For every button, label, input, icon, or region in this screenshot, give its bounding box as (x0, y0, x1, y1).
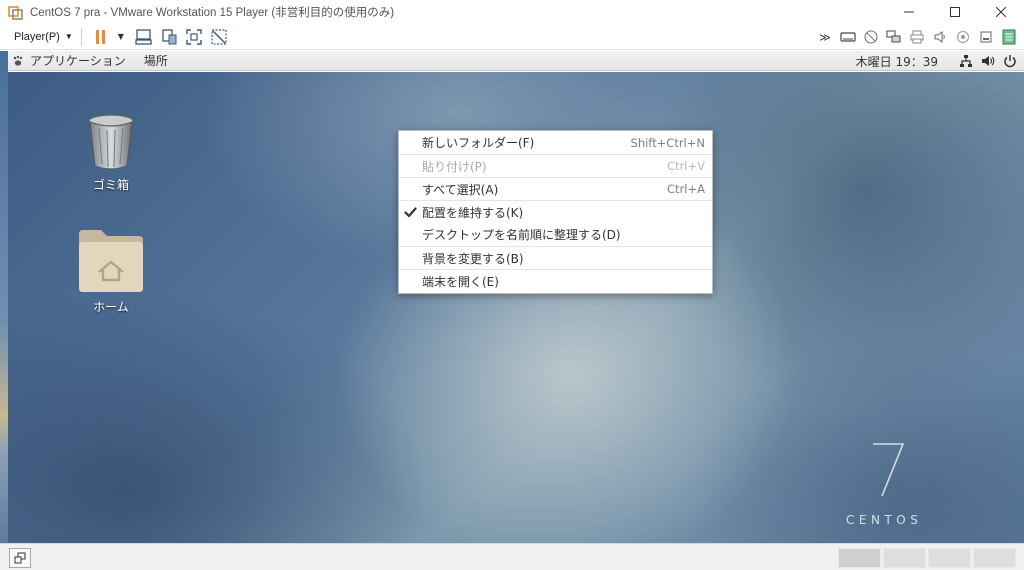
close-icon (996, 7, 1006, 17)
hard-disk-button[interactable] (837, 26, 859, 48)
send-ctrl-alt-del-button[interactable] (133, 26, 155, 48)
menu-item-label: デスクトップを名前順に整理する(D) (422, 228, 621, 242)
menu-item-open-terminal[interactable]: 端末を開く(E) (399, 269, 712, 292)
chevron-down-icon: ▼ (64, 32, 73, 41)
maximize-button[interactable] (932, 0, 978, 24)
power-icon (1004, 55, 1016, 68)
restore-window-icon (14, 552, 26, 564)
trash-icon (88, 114, 134, 170)
menu-item-label: 端末を開く(E) (422, 274, 499, 289)
status-slots (836, 548, 1016, 568)
centos-seven-logo (873, 443, 905, 497)
printer-icon (910, 30, 924, 44)
vmware-toolbar: Player(P) ▼ ▼ ≫ (0, 24, 1024, 50)
menu-item-keep-aligned[interactable]: 配置を維持する(K) (399, 200, 712, 223)
window-titlebar: CentOS 7 pra - VMware Workstation 15 Pla… (0, 0, 1024, 24)
removable-devices-icon (162, 28, 177, 44)
menu-item-new-folder[interactable]: 新しいフォルダー(F) Shift+Ctrl+N (399, 131, 712, 154)
usb-button[interactable] (952, 26, 974, 48)
menu-item-accelerator: Ctrl+A (667, 182, 705, 196)
applications-label: アプリケーション (30, 54, 126, 68)
vmware-app-icon (8, 6, 23, 20)
more-button[interactable]: ≫ (814, 26, 836, 48)
printer-button[interactable] (906, 26, 928, 48)
applications-menu[interactable]: アプリケーション (12, 52, 126, 69)
maximize-icon (950, 7, 960, 17)
places-menu[interactable]: 場所 (144, 52, 168, 69)
network-wired-icon (960, 55, 972, 67)
fullscreen-icon (186, 28, 202, 45)
pause-button[interactable] (90, 26, 112, 48)
cd-dvd-button[interactable] (860, 26, 882, 48)
minimize-icon (904, 11, 914, 13)
message-log-button[interactable] (998, 26, 1020, 48)
unity-icon (211, 28, 227, 45)
window-title: CentOS 7 pra - VMware Workstation 15 Pla… (30, 7, 395, 19)
gnome-foot-icon (13, 55, 23, 66)
hard-disk-icon (840, 32, 856, 42)
menu-item-organize-by-name[interactable]: デスクトップを名前順に整理する(D) (399, 223, 712, 246)
network-adapter-button[interactable] (883, 26, 905, 48)
desktop-context-menu: 新しいフォルダー(F) Shift+Ctrl+N 貼り付け(P) Ctrl+V … (398, 130, 713, 294)
more-icon: ≫ (819, 30, 831, 44)
hard-disk-2-button[interactable] (975, 26, 997, 48)
menu-item-change-background[interactable]: 背景を変更する(B) (399, 246, 712, 269)
network-status[interactable] (958, 53, 974, 69)
toolbar-divider (80, 27, 82, 46)
desktop-icon-label: ゴミ箱 (92, 178, 129, 192)
checkbox-checked-icon (404, 207, 417, 218)
host-desktop-strip (0, 51, 8, 543)
home-folder-icon (79, 230, 143, 292)
volume-icon (982, 56, 995, 66)
centos-wordmark: CENTOS (846, 513, 923, 527)
unity-button[interactable] (208, 26, 230, 48)
close-button[interactable] (978, 0, 1024, 24)
sound-button[interactable] (929, 26, 951, 48)
status-slot (973, 548, 1016, 568)
sound-icon (934, 31, 945, 43)
menu-item-label: 配置を維持する(K) (422, 205, 524, 220)
dropdown-caret-icon: ▼ (117, 32, 124, 41)
status-slot (838, 548, 881, 568)
volume-status[interactable] (980, 53, 996, 69)
fullscreen-button[interactable] (183, 26, 205, 48)
pause-dropdown-button[interactable]: ▼ (115, 26, 127, 48)
menu-item-label: すべて選択(A) (422, 182, 499, 197)
desktop-icon-label: ホーム (93, 300, 129, 314)
clock[interactable]: 木曜日 19：39 (856, 53, 938, 70)
player-menu-label: Player(P) (14, 30, 60, 43)
menu-item-select-all[interactable]: すべて選択(A) Ctrl+A (399, 177, 712, 200)
usb-icon (957, 31, 969, 43)
status-slot (928, 548, 971, 568)
player-menu-button[interactable]: Player(P) ▼ (14, 31, 73, 43)
menu-item-accelerator: Ctrl+V (667, 159, 705, 173)
desktop-icon-trash[interactable]: ゴミ箱 (66, 112, 156, 193)
menu-item-paste[interactable]: 貼り付け(P) Ctrl+V (399, 154, 712, 177)
minimize-button[interactable] (886, 0, 932, 24)
gnome-top-bar: アプリケーション 場所 木曜日 19：39 (8, 51, 1024, 71)
cd-dvd-icon (864, 30, 878, 44)
menu-item-label: 背景を変更する(B) (422, 251, 524, 266)
vmware-status-bar (0, 543, 1024, 570)
restore-window-button[interactable] (9, 548, 31, 568)
menu-item-accelerator: Shift+Ctrl+N (630, 135, 705, 150)
status-slot (883, 548, 926, 568)
removable-devices-button[interactable] (158, 26, 180, 48)
menu-item-label: 新しいフォルダー(F) (422, 136, 535, 150)
menu-item-label: 貼り付け(P) (422, 159, 487, 174)
message-log-icon (1002, 29, 1016, 45)
network-adapter-icon (886, 30, 901, 43)
desktop-icon-home[interactable]: ホーム (66, 228, 156, 315)
send-ctrl-alt-del-icon (135, 28, 152, 45)
hard-disk-2-icon (980, 31, 992, 43)
pause-icon (95, 29, 105, 44)
power-menu[interactable] (1002, 53, 1018, 69)
